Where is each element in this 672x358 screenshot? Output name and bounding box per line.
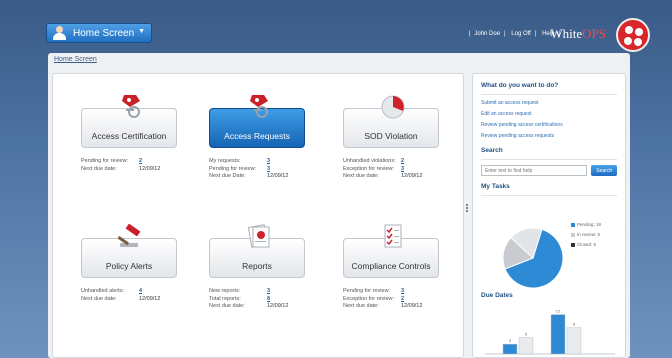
tile-stats: Pending for review: 2 Next due date: 12/09/… bbox=[81, 158, 160, 173]
checklist-icon bbox=[378, 221, 408, 251]
tile-label: Reports bbox=[242, 261, 272, 271]
stat-label: My requests: bbox=[209, 158, 241, 164]
tile-label: Policy Alerts bbox=[105, 261, 153, 271]
bar-value-label: 5 bbox=[525, 332, 528, 337]
tile-label: Compliance Controls bbox=[351, 261, 431, 271]
key-tag-icon bbox=[244, 91, 274, 121]
key-tag-icon bbox=[116, 91, 146, 121]
stat-value-link[interactable]: 3 bbox=[267, 158, 270, 166]
stat-date: 12/09/12 bbox=[401, 173, 423, 179]
legend-item: In review: 5 bbox=[571, 230, 601, 240]
main-panel: Home Screen Access Certification Pending … bbox=[48, 53, 630, 358]
stat-label: Next due Date: bbox=[209, 173, 246, 179]
due-dates-chart: 3509/09/201212809/09/2012 bbox=[485, 309, 615, 358]
home-screen-label: Home Screen bbox=[73, 27, 135, 39]
tile-stats: Unhandled alerts: 4 Next due date: 12/09/12 bbox=[81, 288, 160, 303]
brand-name: WhiteOPS bbox=[550, 26, 606, 42]
bar-value-label: 8 bbox=[573, 322, 576, 327]
search-title: Search bbox=[481, 147, 503, 154]
sidebar: What do you want to do? Submit an access… bbox=[472, 73, 626, 358]
dashboard-tiles-area: Access Certification Pending for review: 2… bbox=[52, 73, 464, 358]
stat-label: Exception for review: bbox=[343, 165, 395, 172]
stat-label: Next due date: bbox=[81, 295, 117, 302]
submit-request-link[interactable]: Submit an access request bbox=[481, 100, 617, 106]
stat-value-link[interactable]: 8 bbox=[267, 296, 270, 304]
splitter-handle[interactable] bbox=[466, 203, 469, 217]
log-off-link[interactable]: Log Off bbox=[511, 31, 531, 37]
bar bbox=[550, 314, 566, 355]
stat-date: 12/09/12 bbox=[139, 295, 161, 302]
chevron-down-icon: ▼ bbox=[138, 28, 145, 35]
bar bbox=[502, 343, 518, 355]
tile-policy-alerts[interactable]: Policy Alerts bbox=[81, 223, 177, 278]
brand-accent: OPS bbox=[582, 26, 606, 41]
legend-item: Closed: 5 bbox=[571, 240, 601, 250]
tasks-legend: Pending: 18 In review: 5 Closed: 5 bbox=[571, 220, 601, 250]
stat-label: Next due date: bbox=[209, 303, 245, 309]
logo-icon bbox=[616, 18, 650, 52]
search-input[interactable] bbox=[481, 165, 588, 176]
tile-stats: Unhandled violations: 2 Exception for revi… bbox=[343, 158, 422, 181]
user-name-link[interactable]: John Doe bbox=[474, 31, 500, 37]
stat-label: Total reports: bbox=[209, 295, 241, 302]
edit-request-link[interactable]: Edit an access request bbox=[481, 111, 617, 117]
tile-compliance-controls[interactable]: Compliance Controls bbox=[343, 224, 439, 278]
tile-reports[interactable]: Reports bbox=[209, 224, 305, 278]
stat-value-link[interactable]: 3 bbox=[267, 288, 270, 296]
report-pages-icon bbox=[244, 221, 274, 251]
breadcrumb[interactable]: Home Screen bbox=[54, 56, 97, 63]
tile-access-certification[interactable]: Access Certification bbox=[81, 95, 177, 148]
stat-date: 12/09/12 bbox=[139, 165, 161, 172]
tile-stats: New reports: 3 Total reports: 8 Next due dat… bbox=[209, 288, 288, 311]
stat-label: New reports: bbox=[209, 288, 241, 294]
tile-label: Access Requests bbox=[224, 131, 290, 141]
stat-date: 12/09/12 bbox=[267, 303, 289, 309]
stat-value-link[interactable]: 3 bbox=[267, 166, 270, 174]
gavel-icon bbox=[116, 221, 146, 251]
review-requests-link[interactable]: Review pending access requests bbox=[481, 133, 617, 139]
todo-title: What do you want to do? bbox=[481, 82, 559, 89]
stat-value-link[interactable]: 3 bbox=[401, 166, 404, 174]
bar bbox=[518, 337, 534, 355]
tile-access-requests[interactable]: Access Requests bbox=[209, 95, 305, 148]
stat-label: Pending for review: bbox=[209, 165, 257, 172]
stat-label: Next due date: bbox=[81, 165, 117, 172]
stat-label: Pending for review: bbox=[81, 158, 129, 164]
tile-label: SOD Violation bbox=[364, 131, 418, 141]
stat-value-link[interactable]: 2 bbox=[139, 158, 142, 166]
search-button[interactable]: Search bbox=[591, 165, 617, 176]
legend-item: Pending: 18 bbox=[571, 220, 601, 230]
bar-value-label: 12 bbox=[556, 309, 561, 314]
tile-label: Access Certification bbox=[91, 131, 167, 141]
review-certifications-link[interactable]: Review pending access certifications bbox=[481, 122, 617, 128]
stat-value-link[interactable]: 4 bbox=[139, 288, 142, 296]
stat-value-link[interactable]: 2 bbox=[401, 158, 404, 166]
stat-label: Unhandled violations: bbox=[343, 158, 396, 164]
tile-sod-violation[interactable]: SOD Violation bbox=[343, 95, 439, 148]
stat-label: Unhandled alerts: bbox=[81, 288, 125, 294]
brand-main: White bbox=[550, 26, 583, 41]
user-icon bbox=[51, 25, 69, 41]
my-tasks-title: My Tasks bbox=[481, 183, 510, 190]
tile-stats: My requests: 3 Pending for review: 3 Next du… bbox=[209, 158, 288, 181]
home-screen-dropdown[interactable]: Home Screen ▼ bbox=[46, 23, 152, 43]
stat-date: 12/09/12 bbox=[401, 303, 423, 309]
stat-date: 12/09/12 bbox=[267, 173, 289, 179]
bar-value-label: 3 bbox=[509, 338, 512, 343]
top-links: | John Doe | Log Off | Help | bbox=[468, 31, 560, 37]
pie-chart-icon bbox=[378, 91, 408, 121]
due-dates-title: Due Dates bbox=[481, 292, 513, 299]
top-bar: Home Screen ▼ | John Doe | Log Off | Help | … bbox=[0, 0, 672, 52]
stat-label: Next due date: bbox=[343, 303, 379, 309]
stat-label: Pending for review: bbox=[343, 288, 391, 294]
stat-value-link[interactable]: 2 bbox=[401, 296, 404, 304]
stat-label: Exception for review: bbox=[343, 295, 395, 302]
bar bbox=[566, 327, 582, 355]
stat-label: Next due date: bbox=[343, 173, 379, 179]
tile-stats: Pending for review: 3 Exception for review… bbox=[343, 288, 422, 311]
stat-value-link[interactable]: 3 bbox=[401, 288, 404, 296]
